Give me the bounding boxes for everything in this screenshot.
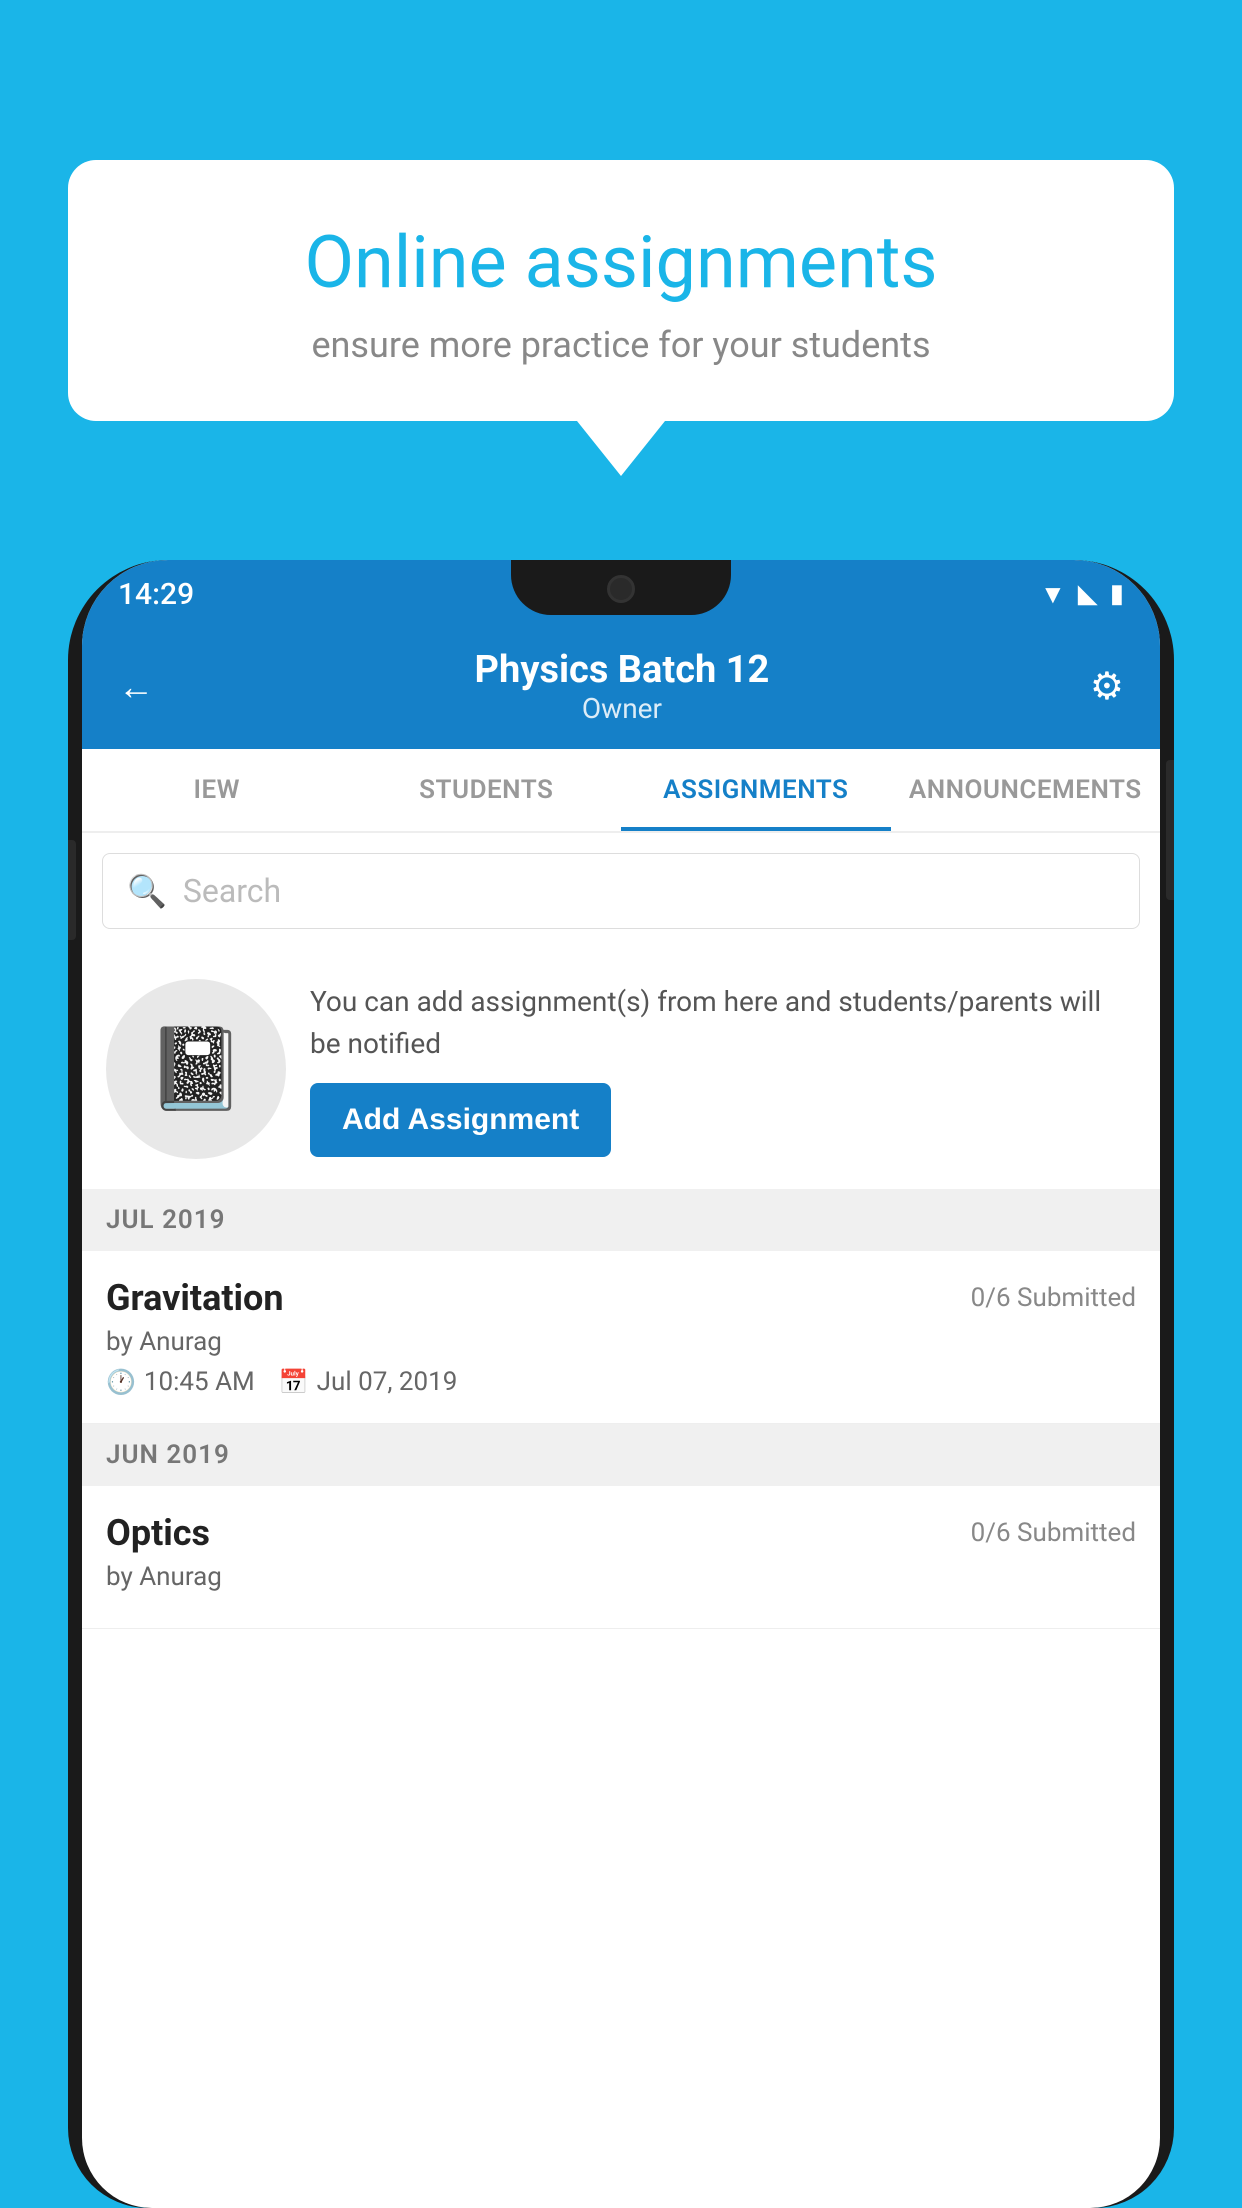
month-header-jul: JUL 2019 xyxy=(82,1189,1160,1251)
tab-assignments[interactable]: ASSIGNMENTS xyxy=(621,749,891,831)
promo-text-area: You can add assignment(s) from here and … xyxy=(310,981,1136,1157)
assignment-title: Gravitation xyxy=(106,1277,284,1319)
signal-icon: ◣ xyxy=(1078,579,1098,609)
assignment-author-optics: by Anurag xyxy=(106,1562,1136,1592)
phone-notch xyxy=(511,560,731,615)
speech-bubble-container: Online assignments ensure more practice … xyxy=(68,160,1174,476)
speech-bubble-subtitle: ensure more practice for your students xyxy=(128,324,1114,366)
battery-icon: ▮ xyxy=(1110,579,1124,609)
add-assignment-button[interactable]: Add Assignment xyxy=(310,1083,611,1157)
header-title: Physics Batch 12 xyxy=(475,648,770,692)
search-icon: 🔍 xyxy=(127,872,167,910)
month-header-jun: JUN 2019 xyxy=(82,1424,1160,1486)
phone-camera xyxy=(607,575,635,603)
status-icons: ▼ ◣ ▮ xyxy=(1040,579,1124,610)
assignment-item-gravitation[interactable]: Gravitation 0/6 Submitted by Anurag 🕐 10… xyxy=(82,1251,1160,1424)
assignment-date: Jul 07, 2019 xyxy=(317,1367,458,1397)
status-time: 14:29 xyxy=(118,577,194,612)
speech-bubble-title: Online assignments xyxy=(128,220,1114,306)
header-title-group: Physics Batch 12 Owner xyxy=(475,648,770,725)
assignment-submitted: 0/6 Submitted xyxy=(971,1283,1136,1313)
notebook-icon: 📓 xyxy=(146,1022,246,1116)
tabs-bar: IEW STUDENTS ASSIGNMENTS ANNOUNCEMENTS xyxy=(82,749,1160,833)
promo-text: You can add assignment(s) from here and … xyxy=(310,981,1136,1065)
phone-screen: 14:29 ▼ ◣ ▮ ← Physics Batch 12 Owner ⚙ I… xyxy=(82,560,1160,2208)
tab-iew[interactable]: IEW xyxy=(82,749,352,831)
promo-section: 📓 You can add assignment(s) from here an… xyxy=(82,949,1160,1189)
speech-bubble: Online assignments ensure more practice … xyxy=(68,160,1174,421)
assignment-item-optics[interactable]: Optics 0/6 Submitted by Anurag xyxy=(82,1486,1160,1629)
speech-bubble-arrow xyxy=(577,421,665,476)
search-container: 🔍 Search xyxy=(82,833,1160,949)
calendar-icon: 📅 xyxy=(279,1368,309,1396)
phone-side-button-right xyxy=(1166,760,1174,900)
wifi-icon: ▼ xyxy=(1040,579,1066,610)
clock-icon: 🕐 xyxy=(106,1368,136,1396)
header-subtitle: Owner xyxy=(475,692,770,725)
assignment-submitted-optics: 0/6 Submitted xyxy=(971,1518,1136,1548)
assignment-meta: 🕐 10:45 AM 📅 Jul 07, 2019 xyxy=(106,1367,1136,1397)
phone-side-button-left xyxy=(68,840,76,940)
assignment-author: by Anurag xyxy=(106,1327,1136,1357)
search-placeholder: Search xyxy=(183,872,281,910)
assignment-title-optics: Optics xyxy=(106,1512,210,1554)
back-button[interactable]: ← xyxy=(118,666,154,708)
tab-students[interactable]: STUDENTS xyxy=(352,749,622,831)
promo-icon-circle: 📓 xyxy=(106,979,286,1159)
settings-icon[interactable]: ⚙ xyxy=(1090,664,1124,709)
app-header: ← Physics Batch 12 Owner ⚙ xyxy=(82,628,1160,749)
assignment-time: 10:45 AM xyxy=(144,1367,255,1397)
search-bar[interactable]: 🔍 Search xyxy=(102,853,1140,929)
phone-frame: 14:29 ▼ ◣ ▮ ← Physics Batch 12 Owner ⚙ I… xyxy=(68,560,1174,2208)
tab-announcements[interactable]: ANNOUNCEMENTS xyxy=(891,749,1161,831)
